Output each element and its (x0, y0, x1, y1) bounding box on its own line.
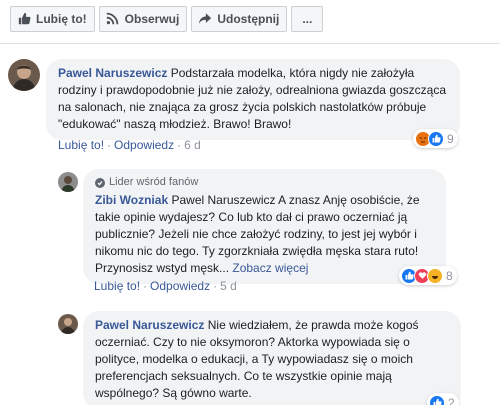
reaction-count: 9 (447, 131, 454, 146)
more-options-label: ... (302, 11, 313, 26)
like-icon (429, 394, 445, 405)
comment-actions: Lubię to! · Odpowiedz · 5 d (94, 279, 237, 293)
comment-bubble: Pawel Naruszewicz Podstarzała modelka, k… (46, 59, 460, 140)
reaction-count: 2 (448, 395, 455, 405)
haha-icon (427, 267, 443, 284)
follow-label: Obserwuj (124, 11, 180, 26)
like-page-label: Lubię to! (36, 11, 87, 26)
comment-like-link[interactable]: Lubię to! (94, 279, 140, 293)
like-icon (428, 130, 444, 147)
separator-dot: · (213, 279, 218, 293)
reaction-summary[interactable]: 8 (399, 266, 457, 285)
avatar[interactable] (58, 314, 78, 334)
share-label: Udostępnij (217, 11, 280, 26)
avatar[interactable] (58, 172, 78, 192)
comment-reply-link[interactable]: Odpowiedz (114, 138, 174, 152)
see-more-link[interactable]: Zobacz więcej (232, 261, 308, 275)
comment-timestamp[interactable]: 5 d (220, 279, 237, 293)
separator-dot: · (177, 138, 182, 152)
post-action-bar: Lubię to! Obserwuj Udostępnij ... (0, 0, 500, 37)
reaction-count: 8 (446, 268, 453, 283)
separator-dot: · (107, 138, 112, 152)
follow-button[interactable]: Obserwuj (98, 5, 188, 32)
share-arrow-icon (198, 12, 212, 26)
comment-author[interactable]: Pawel Naruszewicz (95, 318, 204, 332)
comment-bubble: Lider wśród fanów Zibi Wozniak Pawel Nar… (83, 169, 446, 284)
separator-dot: · (143, 279, 148, 293)
reaction-summary[interactable]: 2 (427, 393, 459, 405)
divider (0, 43, 500, 44)
comment-author[interactable]: Pawel Naruszewicz (58, 66, 167, 80)
like-page-button[interactable]: Lubię to! (10, 5, 95, 32)
comment-timestamp[interactable]: 6 d (184, 138, 201, 152)
comment-like-link[interactable]: Lubię to! (58, 138, 104, 152)
comment-author[interactable]: Zibi Wozniak (95, 193, 168, 207)
share-button[interactable]: Udostępnij (191, 5, 288, 32)
avatar[interactable] (8, 59, 40, 91)
reaction-summary[interactable]: 9 (413, 129, 458, 148)
rss-icon (106, 12, 120, 26)
top-fan-badge: Lider wśród fanów (95, 174, 434, 191)
comment-reply-link[interactable]: Odpowiedz (150, 279, 210, 293)
comment-bubble: Pawel Naruszewicz Nie wiedziałem, że pra… (83, 311, 461, 405)
top-fan-label: Lider wśród fanów (109, 176, 199, 188)
more-options-button[interactable]: ... (291, 5, 324, 32)
top-fan-icon (95, 177, 105, 188)
comment-actions: Lubię to! · Odpowiedz · 6 d (58, 138, 201, 152)
thumbs-up-icon (17, 12, 31, 26)
